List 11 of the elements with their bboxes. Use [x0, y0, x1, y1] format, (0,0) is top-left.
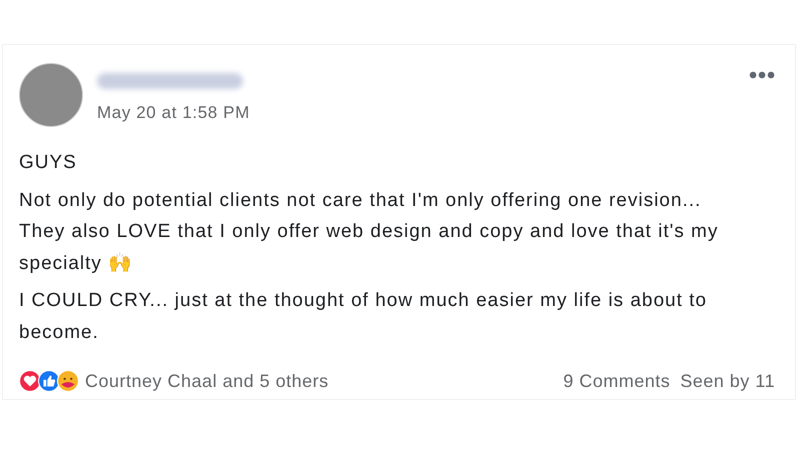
reactions-summary[interactable]: Courtney Chaal and 5 others — [85, 370, 329, 392]
comments-count[interactable]: 9 Comments — [563, 370, 670, 392]
post-text: Not only do potential clients not care that I'm only offering one revision... They also LOVE that I only offer web design and copy and love that it's my specialty 🙌 — [19, 188, 720, 276]
more-options-icon[interactable] — [749, 71, 775, 79]
post-timestamp[interactable]: May 20 at 1:58 PM — [97, 103, 250, 123]
like-reaction-icon[interactable] — [38, 370, 60, 392]
love-reaction-icon[interactable] — [19, 370, 41, 392]
seen-by-count[interactable]: Seen by 11 — [680, 370, 775, 392]
post-text: I COULD CRY... just at the thought of how much easier my life is about to become. — [19, 289, 708, 344]
post-text: GUYS — [19, 151, 78, 175]
care-reaction-icon[interactable] — [57, 370, 79, 392]
